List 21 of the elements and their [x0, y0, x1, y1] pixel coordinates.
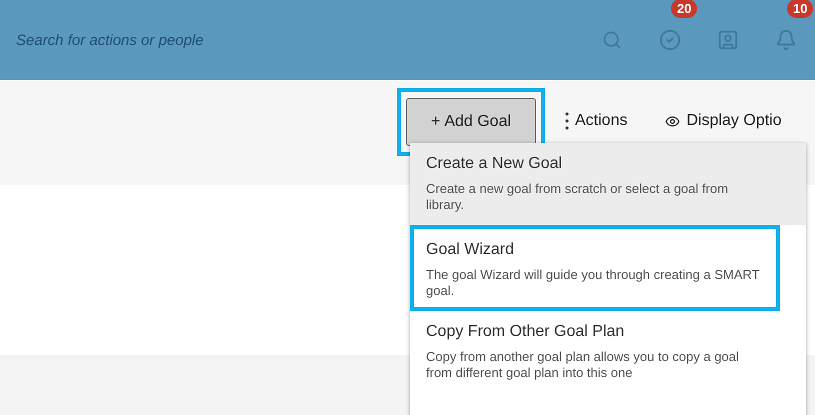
eye-icon [665, 114, 680, 128]
add-goal-button[interactable]: + Add Goal [406, 98, 536, 146]
more-icon [565, 112, 569, 130]
check-circle-icon[interactable] [659, 29, 681, 51]
search-field[interactable]: Search for actions or people [14, 30, 318, 50]
menu-item[interactable]: Create a New Goal Create a new goal from scratch or select a goal from library. [410, 143, 806, 225]
menu-item-title: Copy From Other Goal Plan [426, 323, 626, 341]
bell-icon[interactable] [775, 29, 797, 51]
notification-badge: 10 [787, 0, 814, 18]
menu-item-description: Create a new goal from scratch or select a goal from library. [426, 181, 730, 213]
menu-item-title: Create a New Goal [426, 155, 564, 173]
actions-button[interactable]: Actions [565, 112, 628, 130]
menu-item[interactable]: Copy From Other Goal Plan Copy from another goal plan allows you to copy a goal from different goal plan into this one [410, 311, 806, 393]
menu-item-description: Copy from another goal plan allows you to copy a goal from different goal plan into this one [426, 349, 740, 381]
menu-item-title: Goal Wizard [426, 241, 516, 259]
menu-item-description: The goal Wizard will guide you through creating a SMART goal. [426, 267, 760, 299]
notification-badge: 20 [671, 0, 698, 18]
contact-card-icon[interactable] [717, 29, 739, 51]
display-options-button[interactable]: Display Optio [665, 112, 782, 130]
menu-item[interactable]: Goal Wizard The goal Wizard will guide you through creating a SMART goal. [410, 225, 780, 311]
search-icon[interactable] [602, 30, 622, 50]
